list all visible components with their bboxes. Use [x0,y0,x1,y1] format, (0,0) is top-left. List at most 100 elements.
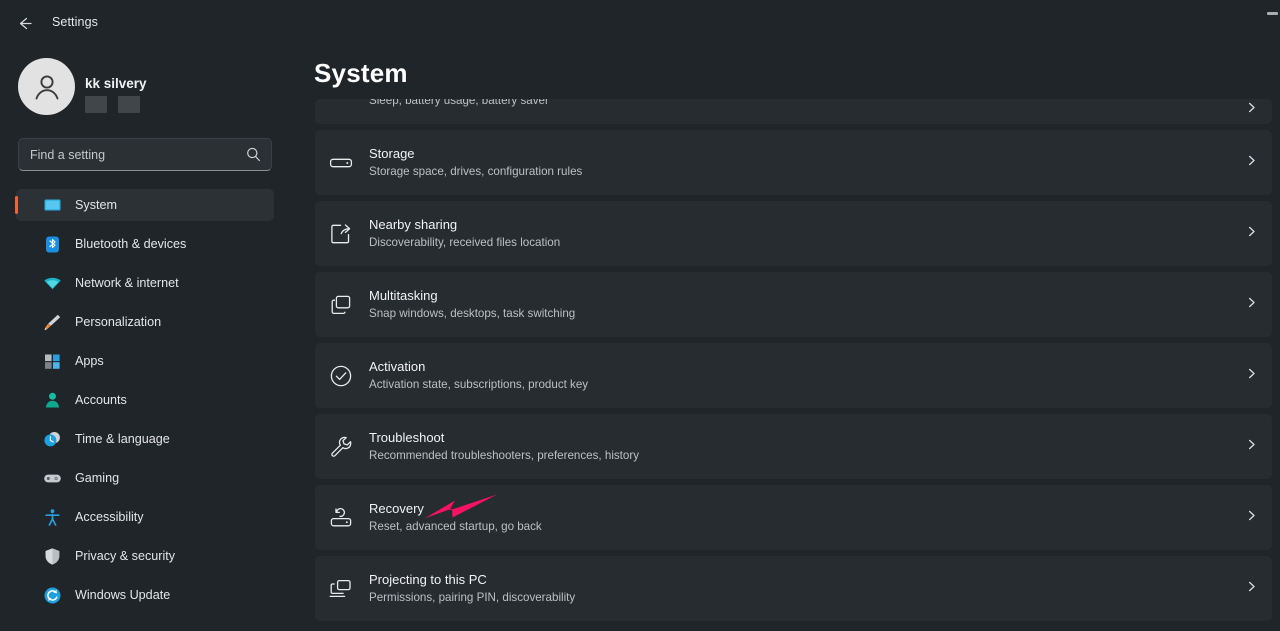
accessibility-icon [42,507,62,527]
settings-row-text: Projecting to this PC Permissions, pairi… [369,571,575,606]
page-title: System [314,58,408,89]
settings-row-power-battery[interactable]: Sleep, battery usage, battery saver [315,99,1272,124]
window-title: Settings [52,15,98,29]
avatar [18,58,75,115]
redacted-block-1 [85,96,107,113]
wifi-icon [42,273,62,293]
sidebar-item-network-internet[interactable]: Network & internet [16,267,274,299]
settings-row-subtitle: Recommended troubleshooters, preferences… [369,447,639,464]
clock-icon [42,429,62,449]
settings-row-subtitle: Reset, advanced startup, go back [369,518,542,535]
project-screen-icon [327,575,355,603]
settings-row-text: Troubleshoot Recommended troubleshooters… [369,429,639,464]
settings-row-text: Sleep, battery usage, battery saver [369,99,549,109]
chevron-right-icon[interactable] [1245,509,1258,522]
sidebar-item-label: Time & language [75,432,170,446]
sidebar-item-personalization[interactable]: Personalization [16,306,274,338]
back-button[interactable] [8,8,40,38]
settings-window: Settings kk silvery [0,0,1280,631]
settings-row-text: Activation Activation state, subscriptio… [369,358,588,393]
sidebar-item-gaming[interactable]: Gaming [16,462,274,494]
sidebar-item-accounts[interactable]: Accounts [16,384,274,416]
back-arrow-icon [16,15,33,32]
chevron-right-icon[interactable] [1245,580,1258,593]
person-avatar-icon [29,69,65,105]
sidebar-item-privacy-security[interactable]: Privacy & security [16,540,274,572]
check-circle-icon [327,362,355,390]
sidebar: kk silvery System [0,46,300,631]
gamepad-icon [42,468,62,488]
update-refresh-icon [42,585,62,605]
title-bar: Settings [0,0,1280,46]
sidebar-item-bluetooth-devices[interactable]: Bluetooth & devices [16,228,274,260]
settings-row-title: Troubleshoot [369,429,639,447]
sidebar-item-label: Gaming [75,471,119,485]
paintbrush-icon [42,312,62,332]
sidebar-item-label: Privacy & security [75,549,175,563]
search-box[interactable] [18,138,272,171]
person-icon [42,390,62,410]
settings-row-activation[interactable]: Activation Activation state, subscriptio… [315,343,1272,408]
settings-row-projecting-to-this-pc[interactable]: Projecting to this PC Permissions, pairi… [315,556,1272,621]
chevron-right-icon[interactable] [1245,154,1258,167]
recovery-drive-icon [327,504,355,532]
sidebar-item-system[interactable]: System [16,189,274,221]
settings-row-text: Recovery Reset, advanced startup, go bac… [369,500,542,535]
settings-row-title: Storage [369,145,582,163]
bluetooth-icon [42,234,62,254]
settings-row-title: Projecting to this PC [369,571,575,589]
settings-row-title: Activation [369,358,588,376]
sidebar-item-label: Personalization [75,315,161,329]
chevron-right-icon[interactable] [1245,438,1258,451]
apps-grid-icon [42,351,62,371]
main-content: System Sleep, battery usage, battery sav… [300,46,1280,631]
chevron-right-icon[interactable] [1245,225,1258,238]
sidebar-item-label: System [75,198,117,212]
sidebar-item-label: Windows Update [75,588,170,602]
sidebar-item-label: Accessibility [75,510,144,524]
settings-row-nearby-sharing[interactable]: Nearby sharing Discoverability, received… [315,201,1272,266]
sidebar-item-label: Accounts [75,393,127,407]
settings-row-troubleshoot[interactable]: Troubleshoot Recommended troubleshooters… [315,414,1272,479]
sidebar-item-time-language[interactable]: Time & language [16,423,274,455]
share-icon [327,220,355,248]
settings-row-text: Nearby sharing Discoverability, received… [369,216,560,251]
settings-row-title: Recovery [369,500,542,518]
minimize-icon[interactable] [1267,12,1278,15]
settings-row-subtitle: Sleep, battery usage, battery saver [369,99,549,109]
windows-stack-icon [327,291,355,319]
settings-row-storage[interactable]: Storage Storage space, drives, configura… [315,130,1272,195]
settings-row-title: Nearby sharing [369,216,560,234]
search-icon[interactable] [245,146,262,163]
settings-row-subtitle: Storage space, drives, configuration rul… [369,163,582,180]
storage-drive-icon [327,149,355,177]
account-block[interactable]: kk silvery [18,52,280,124]
settings-row-title: Multitasking [369,287,575,305]
chevron-right-icon[interactable] [1245,296,1258,309]
sidebar-item-label: Bluetooth & devices [75,237,186,251]
settings-row-text: Storage Storage space, drives, configura… [369,145,582,180]
settings-row-recovery[interactable]: Recovery Reset, advanced startup, go bac… [315,485,1272,550]
wrench-icon [327,433,355,461]
settings-list: Sleep, battery usage, battery saver [315,99,1272,627]
account-name: kk silvery [85,76,147,91]
shield-icon [42,546,62,566]
search-input[interactable] [30,139,240,170]
sidebar-nav: System Bluetooth & devices [0,189,300,618]
chevron-right-icon[interactable] [1245,367,1258,380]
chevron-right-icon[interactable] [1245,101,1258,114]
sidebar-item-label: Apps [75,354,104,368]
battery-icon [327,99,355,104]
sidebar-item-windows-update[interactable]: Windows Update [16,579,274,611]
settings-row-subtitle: Snap windows, desktops, task switching [369,305,575,322]
settings-row-subtitle: Permissions, pairing PIN, discoverabilit… [369,589,575,606]
settings-row-text: Multitasking Snap windows, desktops, tas… [369,287,575,322]
sidebar-item-label: Network & internet [75,276,179,290]
redacted-block-2 [118,96,140,113]
monitor-icon [42,195,62,215]
sidebar-item-apps[interactable]: Apps [16,345,274,377]
settings-row-multitasking[interactable]: Multitasking Snap windows, desktops, tas… [315,272,1272,337]
settings-row-subtitle: Activation state, subscriptions, product… [369,376,588,393]
settings-row-subtitle: Discoverability, received files location [369,234,560,251]
sidebar-item-accessibility[interactable]: Accessibility [16,501,274,533]
